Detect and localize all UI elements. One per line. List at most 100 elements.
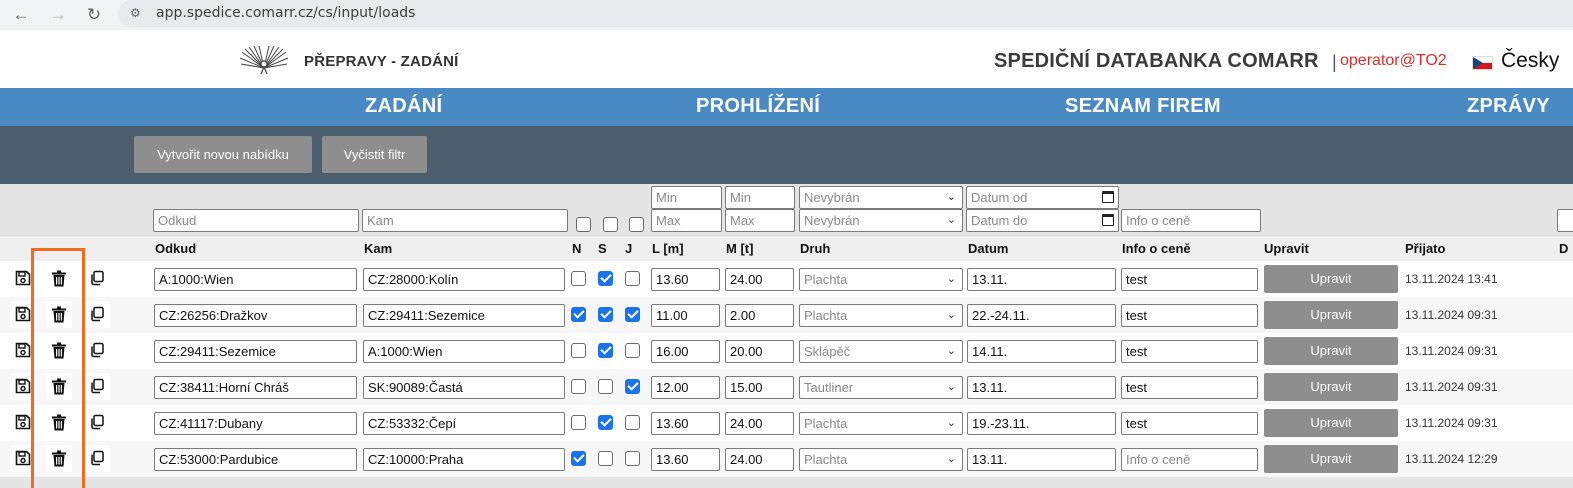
- date-to-filter[interactable]: Datum do: [966, 209, 1119, 232]
- row-to-input[interactable]: A:1000:Wien: [363, 340, 565, 363]
- row-to-input[interactable]: CZ:29411:Sezemice: [363, 304, 565, 327]
- col-header-to[interactable]: Kam: [364, 241, 392, 256]
- row-to-input[interactable]: SK:90089:Častá: [363, 376, 565, 399]
- col-header-price[interactable]: Info o ceně: [1122, 241, 1191, 256]
- extra-filter[interactable]: [1557, 209, 1573, 232]
- new-offer-button[interactable]: Vytvořit novou nabídku: [134, 136, 312, 173]
- row-to-input[interactable]: CZ:28000:Kolín: [363, 268, 565, 291]
- menu-item-zpravy[interactable]: ZPRÁVY: [1467, 95, 1550, 118]
- row-weight-input[interactable]: 2.00: [725, 304, 794, 327]
- address-bar[interactable]: ⚙ app.spedice.comarr.cz/cs/input/loads: [118, 0, 1573, 28]
- row-date-input[interactable]: 13.11.: [967, 268, 1116, 291]
- row-type-select[interactable]: Sklápěč ⌄: [799, 340, 963, 363]
- row-type-select[interactable]: Plachta ⌄: [799, 412, 963, 435]
- col-header-type[interactable]: Druh: [800, 241, 830, 256]
- row-price-input[interactable]: Info o ceně: [1121, 448, 1258, 471]
- col-header-date[interactable]: Datum: [968, 241, 1008, 256]
- row-type-select[interactable]: Plachta ⌄: [799, 268, 963, 291]
- col-header-extra[interactable]: D: [1559, 241, 1568, 256]
- col-header-received[interactable]: Přijato: [1405, 241, 1445, 256]
- language-selector[interactable]: Česky: [1501, 49, 1559, 73]
- row-from-input[interactable]: A:1000:Wien: [154, 268, 357, 291]
- row-s-checkbox[interactable]: [598, 415, 613, 430]
- row-weight-input[interactable]: 24.00: [725, 268, 794, 291]
- row-s-checkbox[interactable]: [598, 271, 613, 286]
- row-length-input[interactable]: 12.00: [651, 376, 720, 399]
- row-to-input[interactable]: CZ:10000:Praha: [363, 448, 565, 471]
- row-length-input[interactable]: 13.60: [651, 448, 720, 471]
- row-length-input[interactable]: 16.00: [651, 340, 720, 363]
- row-date-input[interactable]: 22.-24.11.: [967, 304, 1116, 327]
- row-s-checkbox[interactable]: [598, 343, 613, 358]
- col-header-length[interactable]: L [m]: [652, 241, 684, 256]
- row-n-checkbox[interactable]: [571, 307, 586, 322]
- weight-min-filter[interactable]: Min: [725, 186, 795, 209]
- row-s-checkbox[interactable]: [598, 379, 613, 394]
- date-from-filter[interactable]: Datum od: [966, 186, 1119, 209]
- row-j-checkbox[interactable]: [625, 343, 640, 358]
- row-to-input[interactable]: CZ:53332:Čepí: [363, 412, 565, 435]
- row-edit-button[interactable]: Upravit: [1264, 265, 1398, 293]
- row-price-input[interactable]: test: [1121, 412, 1258, 435]
- row-s-checkbox[interactable]: [598, 307, 613, 322]
- price-filter[interactable]: Info o ceně: [1121, 209, 1261, 232]
- s-filter-checkbox[interactable]: [603, 217, 618, 232]
- row-date-input[interactable]: 14.11.: [967, 340, 1116, 363]
- row-j-checkbox[interactable]: [625, 451, 640, 466]
- row-date-input[interactable]: 19.-23.11.: [967, 412, 1116, 435]
- row-type-select[interactable]: Tautliner ⌄: [799, 376, 963, 399]
- copy-icon[interactable]: [84, 373, 110, 400]
- col-header-n[interactable]: N: [572, 241, 581, 256]
- row-date-input[interactable]: 13.11.: [967, 376, 1116, 399]
- row-weight-input[interactable]: 15.00: [725, 376, 794, 399]
- row-price-input[interactable]: test: [1121, 268, 1258, 291]
- row-edit-button[interactable]: Upravit: [1264, 301, 1398, 329]
- row-s-checkbox[interactable]: [598, 451, 613, 466]
- menu-item-seznam-firem[interactable]: SEZNAM FIREM: [1065, 95, 1221, 118]
- row-from-input[interactable]: CZ:41117:Dubany: [154, 412, 357, 435]
- row-price-input[interactable]: test: [1121, 376, 1258, 399]
- copy-icon[interactable]: [84, 337, 110, 364]
- type-filter-2[interactable]: Nevybrán ⌄: [799, 209, 963, 232]
- row-length-input[interactable]: 13.60: [651, 412, 720, 435]
- czech-flag-icon[interactable]: [1472, 56, 1493, 70]
- row-from-input[interactable]: CZ:53000:Pardubice: [154, 448, 357, 471]
- menu-item-zadani[interactable]: ZADÁNÍ: [365, 95, 442, 118]
- row-n-checkbox[interactable]: [571, 343, 586, 358]
- copy-icon[interactable]: [84, 265, 110, 292]
- row-n-checkbox[interactable]: [571, 415, 586, 430]
- row-edit-button[interactable]: Upravit: [1264, 409, 1398, 437]
- col-header-j[interactable]: J: [625, 241, 632, 256]
- row-weight-input[interactable]: 24.00: [725, 412, 794, 435]
- weight-max-filter[interactable]: Max: [725, 209, 795, 232]
- row-j-checkbox[interactable]: [625, 415, 640, 430]
- row-from-input[interactable]: CZ:26256:Dražkov: [154, 304, 357, 327]
- clear-filter-button[interactable]: Vyčistit filtr: [322, 136, 427, 173]
- comarr-logo[interactable]: [238, 46, 290, 76]
- row-length-input[interactable]: 13.60: [651, 268, 720, 291]
- col-header-s[interactable]: S: [598, 241, 607, 256]
- site-info-icon[interactable]: ⚙: [130, 6, 144, 20]
- menu-item-prohlizeni[interactable]: PROHLÍŽENÍ: [696, 95, 820, 118]
- length-max-filter[interactable]: Max: [651, 209, 722, 232]
- n-filter-checkbox[interactable]: [576, 217, 591, 232]
- row-j-checkbox[interactable]: [625, 379, 640, 394]
- user-account-link[interactable]: operator@TO2: [1340, 52, 1447, 70]
- type-filter-1[interactable]: Nevybrán ⌄: [799, 186, 963, 209]
- copy-icon[interactable]: [84, 301, 110, 328]
- back-arrow-icon[interactable]: ←: [10, 4, 32, 26]
- row-type-select[interactable]: Plachta ⌄: [799, 304, 963, 327]
- row-price-input[interactable]: test: [1121, 340, 1258, 363]
- copy-icon[interactable]: [84, 445, 110, 472]
- length-min-filter[interactable]: Min: [651, 186, 722, 209]
- row-n-checkbox[interactable]: [571, 451, 586, 466]
- forward-arrow-icon[interactable]: →: [47, 4, 69, 26]
- row-weight-input[interactable]: 20.00: [725, 340, 794, 363]
- from-filter[interactable]: Odkud: [153, 209, 359, 232]
- calendar-icon[interactable]: [1102, 191, 1114, 203]
- row-price-input[interactable]: test: [1121, 304, 1258, 327]
- row-edit-button[interactable]: Upravit: [1264, 445, 1398, 473]
- col-header-from[interactable]: Odkud: [155, 241, 196, 256]
- row-j-checkbox[interactable]: [625, 307, 640, 322]
- col-header-weight[interactable]: M [t]: [726, 241, 753, 256]
